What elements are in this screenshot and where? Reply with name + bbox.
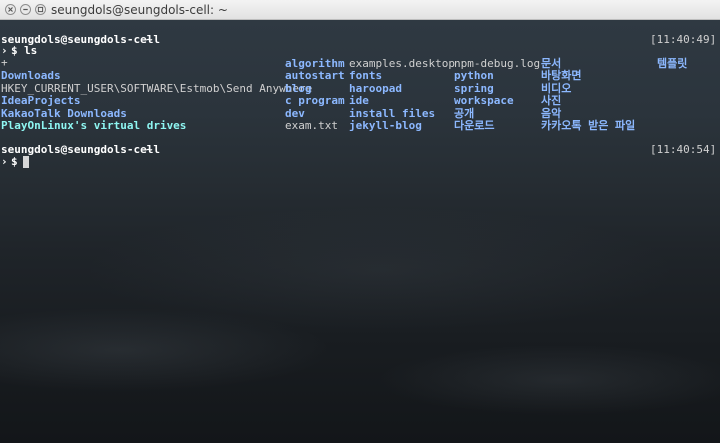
list-item: PlayOnLinux's virtual drives — [1, 119, 187, 132]
list-item: IdeaProjects — [1, 94, 81, 107]
text-cursor — [23, 156, 29, 168]
prompt-timestamp: [11:40:49] — [650, 33, 717, 46]
maximize-icon — [37, 6, 44, 13]
terminal-area[interactable]: seungdols@seungdols-cell ~ [11:40:49] › … — [0, 20, 720, 443]
terminal-window: seungdols@seungdols-cell: ~ seungdols@se… — [0, 0, 720, 443]
prompt-symbol: $ — [11, 44, 18, 57]
list-item: fonts — [349, 69, 383, 82]
prompt-timestamp: [11:40:54] — [650, 143, 717, 156]
list-item: 바탕화면 — [541, 69, 582, 82]
prompt-path: ~ — [146, 143, 153, 156]
minimize-icon — [23, 8, 28, 11]
list-item: exam.txt — [285, 119, 338, 132]
window-title: seungdols@seungdols-cell: ~ — [51, 3, 228, 17]
prompt-arrow-icon: › — [1, 155, 8, 168]
list-item: workspace — [454, 94, 514, 107]
list-item: 사진 — [541, 94, 562, 107]
close-icon — [8, 7, 13, 12]
list-item: + — [1, 56, 8, 69]
prompt-user-host: seungdols@seungdols-cell — [1, 143, 160, 156]
title-bar: seungdols@seungdols-cell: ~ — [0, 0, 720, 20]
list-item: 템플릿 — [657, 57, 688, 70]
maximize-window-button[interactable] — [35, 4, 46, 15]
command-text: ls — [24, 44, 38, 57]
list-item: c program — [285, 94, 345, 107]
list-item: autostart — [285, 69, 345, 82]
close-window-button[interactable] — [5, 4, 16, 15]
prompt-path: ~ — [146, 33, 153, 46]
list-item: python — [454, 69, 494, 82]
list-item: Downloads — [1, 69, 61, 82]
minimize-window-button[interactable] — [20, 4, 31, 15]
list-item: 다운로드 — [454, 119, 495, 132]
list-item: ide — [349, 94, 369, 107]
list-item: jekyll-blog — [349, 119, 422, 132]
prompt-symbol: $ — [11, 155, 18, 168]
list-item: 카카오톡 받은 파일 — [541, 119, 636, 132]
